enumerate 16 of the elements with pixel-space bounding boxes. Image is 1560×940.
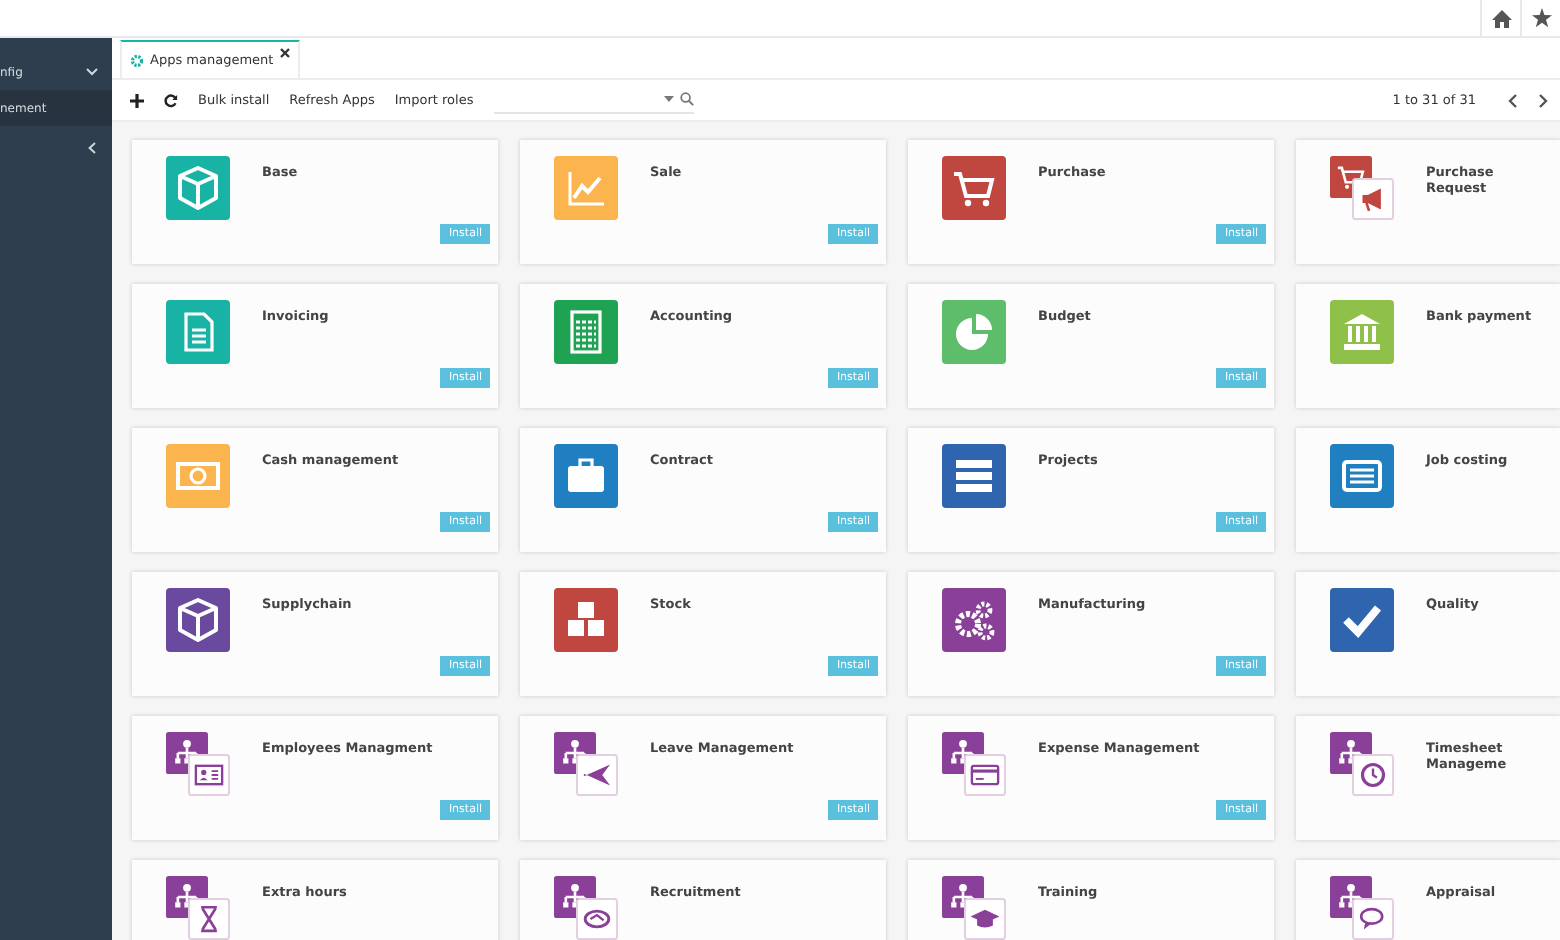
previous-page-icon[interactable] [1508,93,1518,107]
add-icon[interactable] [130,93,144,107]
megaphone-icon [1352,178,1394,220]
refresh-icon[interactable] [164,93,178,107]
next-page-icon[interactable] [1538,93,1548,107]
search-field[interactable] [493,87,694,113]
id-card-icon [188,754,230,796]
clock-icon [1352,754,1394,796]
star-icon [1531,8,1551,28]
collapse-icon[interactable] [88,142,96,154]
close-icon[interactable] [279,48,290,58]
home-icon [1491,9,1511,27]
gear-icon [130,53,144,67]
credit-card-icon [964,754,1006,796]
dropdown-caret-icon[interactable] [663,96,674,102]
search-icon[interactable] [679,92,694,106]
